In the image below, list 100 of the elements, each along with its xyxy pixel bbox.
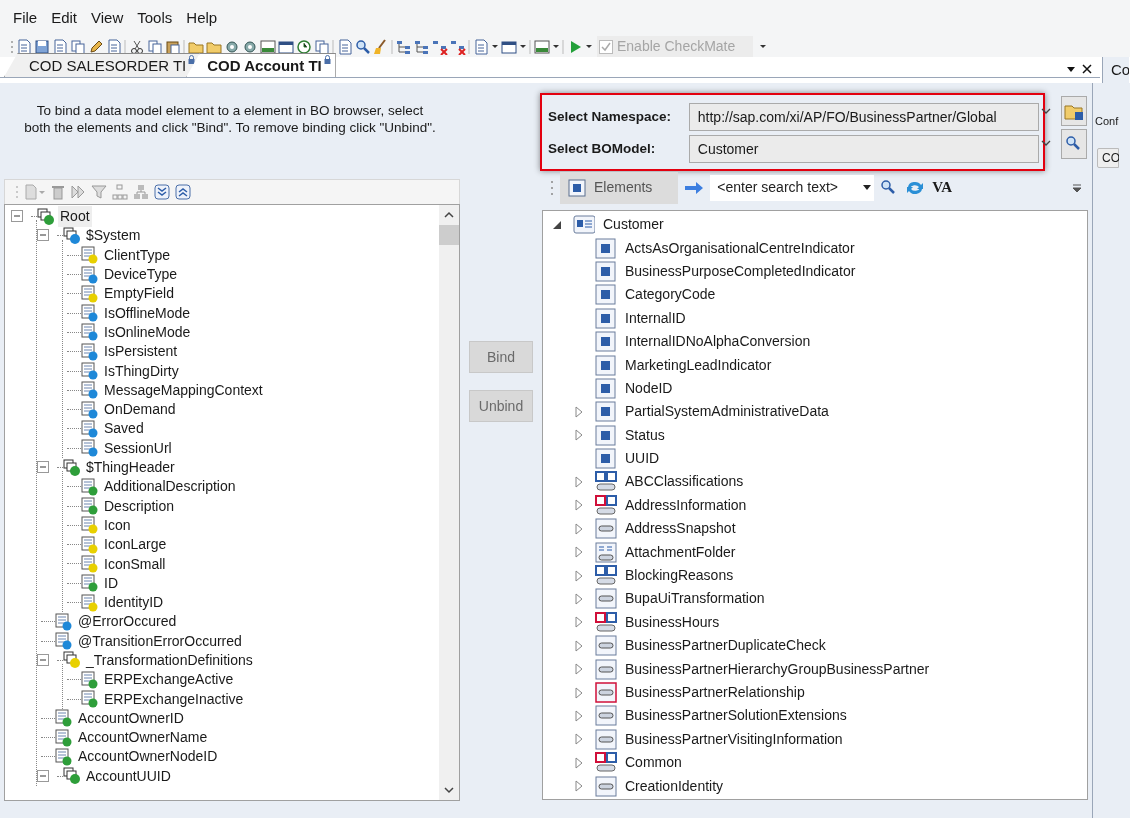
tree-item[interactable]: MessageMappingContext xyxy=(102,379,265,401)
brush-icon[interactable] xyxy=(373,38,389,55)
menu-item[interactable]: Help xyxy=(179,6,225,30)
caret-icon[interactable] xyxy=(862,183,873,192)
tree-item[interactable]: ClientType xyxy=(102,244,173,266)
tree-item[interactable]: UUID xyxy=(625,448,660,470)
tree-item[interactable]: CreationIdentity xyxy=(625,775,724,797)
clock-icon[interactable] xyxy=(296,38,312,55)
tree-item[interactable]: Root xyxy=(58,206,92,228)
pencil-icon[interactable] xyxy=(88,38,104,55)
namespace-dropdown[interactable]: http://sap.com/xi/AP/FO/BusinessPartner/Global xyxy=(688,103,1039,131)
tree-item[interactable]: AccountUUID xyxy=(84,765,173,787)
window-icon[interactable] xyxy=(278,38,294,55)
delete-node-icon[interactable] xyxy=(432,38,448,55)
expand-toggle[interactable] xyxy=(573,546,585,559)
tree-item[interactable]: $ThingHeader xyxy=(84,457,177,478)
tree-item[interactable]: AddressInformation xyxy=(625,494,747,516)
hierarchy-icon[interactable] xyxy=(396,38,412,55)
document-icon[interactable] xyxy=(52,38,68,55)
spreadsheet-icon[interactable] xyxy=(534,38,550,55)
bomodel-dropdown[interactable]: Customer xyxy=(688,135,1039,163)
tree-item[interactable]: IsPersistent xyxy=(102,341,180,363)
tree-item[interactable]: IsOnlineMode xyxy=(102,321,193,343)
expand-toggle[interactable] xyxy=(573,476,585,488)
tree-item[interactable]: InternalIDNoAlphaConversion xyxy=(625,331,811,353)
tree-item[interactable]: BlockingReasons xyxy=(625,565,734,587)
expand-toggle[interactable] xyxy=(573,592,585,605)
tree-item[interactable]: AttachmentFolder xyxy=(625,541,736,563)
search-icon[interactable] xyxy=(355,38,371,55)
tree-item[interactable]: BupaUiTransformation xyxy=(625,588,765,610)
tree-item[interactable]: ERPExchangeActive xyxy=(102,669,236,691)
tree-item[interactable]: Common xyxy=(625,752,682,774)
hierarchy-icon[interactable] xyxy=(133,184,149,200)
menu-item[interactable]: View xyxy=(84,6,131,30)
tree-item[interactable]: IconSmall xyxy=(102,553,168,575)
hierarchy-icon[interactable] xyxy=(414,38,430,55)
expand-toggle[interactable] xyxy=(573,756,585,769)
collapse-toggle[interactable] xyxy=(37,229,50,243)
menu-item[interactable]: Tools xyxy=(130,6,180,30)
expand-toggle[interactable] xyxy=(573,733,585,746)
tree-item[interactable]: MarketingLeadIndicator xyxy=(625,354,772,376)
tree-item[interactable]: AccountOwnerID xyxy=(76,707,186,729)
save-icon[interactable] xyxy=(34,38,50,55)
tree-item[interactable]: CategoryCode xyxy=(625,284,716,306)
filter-icon[interactable] xyxy=(91,184,107,200)
collapse-toggle[interactable] xyxy=(37,653,50,667)
expand-toggle[interactable] xyxy=(573,616,585,629)
tree-item[interactable]: BusinessPurposeCompletedIndicator xyxy=(625,260,856,282)
document-icon[interactable] xyxy=(337,38,353,55)
tree-item[interactable]: EmptyField xyxy=(102,283,177,305)
tree-item[interactable]: Description xyxy=(102,495,177,517)
scissors-icon[interactable] xyxy=(129,38,145,55)
expand-toggle[interactable] xyxy=(573,663,585,676)
tree-item[interactable]: InternalID xyxy=(625,307,686,329)
document-icon[interactable] xyxy=(106,38,122,55)
collapse-toggle[interactable] xyxy=(37,461,50,474)
copy-icon[interactable] xyxy=(314,38,330,55)
tree-item[interactable]: AdditionalDescription xyxy=(102,476,238,498)
new-document-icon[interactable] xyxy=(24,184,46,200)
delete-node-icon[interactable] xyxy=(450,38,466,55)
forward-icon[interactable] xyxy=(70,184,86,200)
tree-item[interactable]: ABCClassifications xyxy=(625,471,744,493)
menu-item[interactable]: File xyxy=(6,6,45,30)
tree-item[interactable]: AddressSnapshot xyxy=(625,518,736,540)
tree-item[interactable]: BusinessPartnerVisitingInformation xyxy=(625,728,843,750)
collapse-toggle[interactable] xyxy=(37,769,50,783)
tree-item[interactable]: BusinessPartnerRelationship xyxy=(625,682,805,703)
tree-item[interactable]: $System xyxy=(84,225,143,247)
tree-item[interactable]: NodeID xyxy=(625,377,673,399)
expand-toggle[interactable] xyxy=(573,499,585,512)
tree-item[interactable]: BusinessPartnerDuplicateCheck xyxy=(625,635,826,657)
tree-item[interactable]: BusinessPartnerSolutionExtensions xyxy=(625,705,847,727)
collapse-toggle[interactable] xyxy=(11,210,24,224)
tree-item[interactable]: Customer xyxy=(603,214,664,236)
tree-item[interactable]: @TransitionErrorOccurred xyxy=(76,630,244,652)
expand-toggle[interactable] xyxy=(573,429,585,442)
tree-item[interactable]: ERPExchangeInactive xyxy=(102,688,246,710)
tree-item[interactable]: DeviceType xyxy=(102,264,180,286)
tree-item[interactable]: AccountOwnerNodeID xyxy=(76,746,220,768)
tree-item[interactable]: ActsAsOrganisationalCentreIndicator xyxy=(625,237,855,259)
expand-all-icon[interactable] xyxy=(154,184,170,200)
tree-item[interactable]: PartialSystemAdministrativeData xyxy=(625,401,829,423)
search-field[interactable]: <enter search text> xyxy=(710,174,875,201)
tree-item[interactable]: IsThingDirty xyxy=(102,360,181,382)
collapse-all-icon[interactable] xyxy=(175,184,191,200)
close-icon[interactable] xyxy=(1082,64,1092,74)
overflow-icon[interactable] xyxy=(1072,182,1082,193)
trash-icon[interactable] xyxy=(51,184,65,200)
tree-item[interactable]: Icon xyxy=(102,514,133,536)
tree-item[interactable]: Saved xyxy=(102,418,146,440)
tree-item[interactable]: AccountOwnerName xyxy=(76,727,210,749)
tree-item[interactable]: IsOfflineMode xyxy=(102,302,193,324)
tree-item[interactable]: IconLarge xyxy=(102,534,169,556)
va-button[interactable]: VA xyxy=(932,176,953,199)
tree-item[interactable]: @ErrorOccured xyxy=(76,611,179,633)
dropdown-icon[interactable] xyxy=(1066,64,1076,74)
tree-item[interactable]: OnDemand xyxy=(102,399,178,421)
elements-tab[interactable]: Elements xyxy=(560,171,679,204)
document-icon[interactable] xyxy=(16,38,32,55)
node-tree-icon[interactable] xyxy=(112,184,128,200)
